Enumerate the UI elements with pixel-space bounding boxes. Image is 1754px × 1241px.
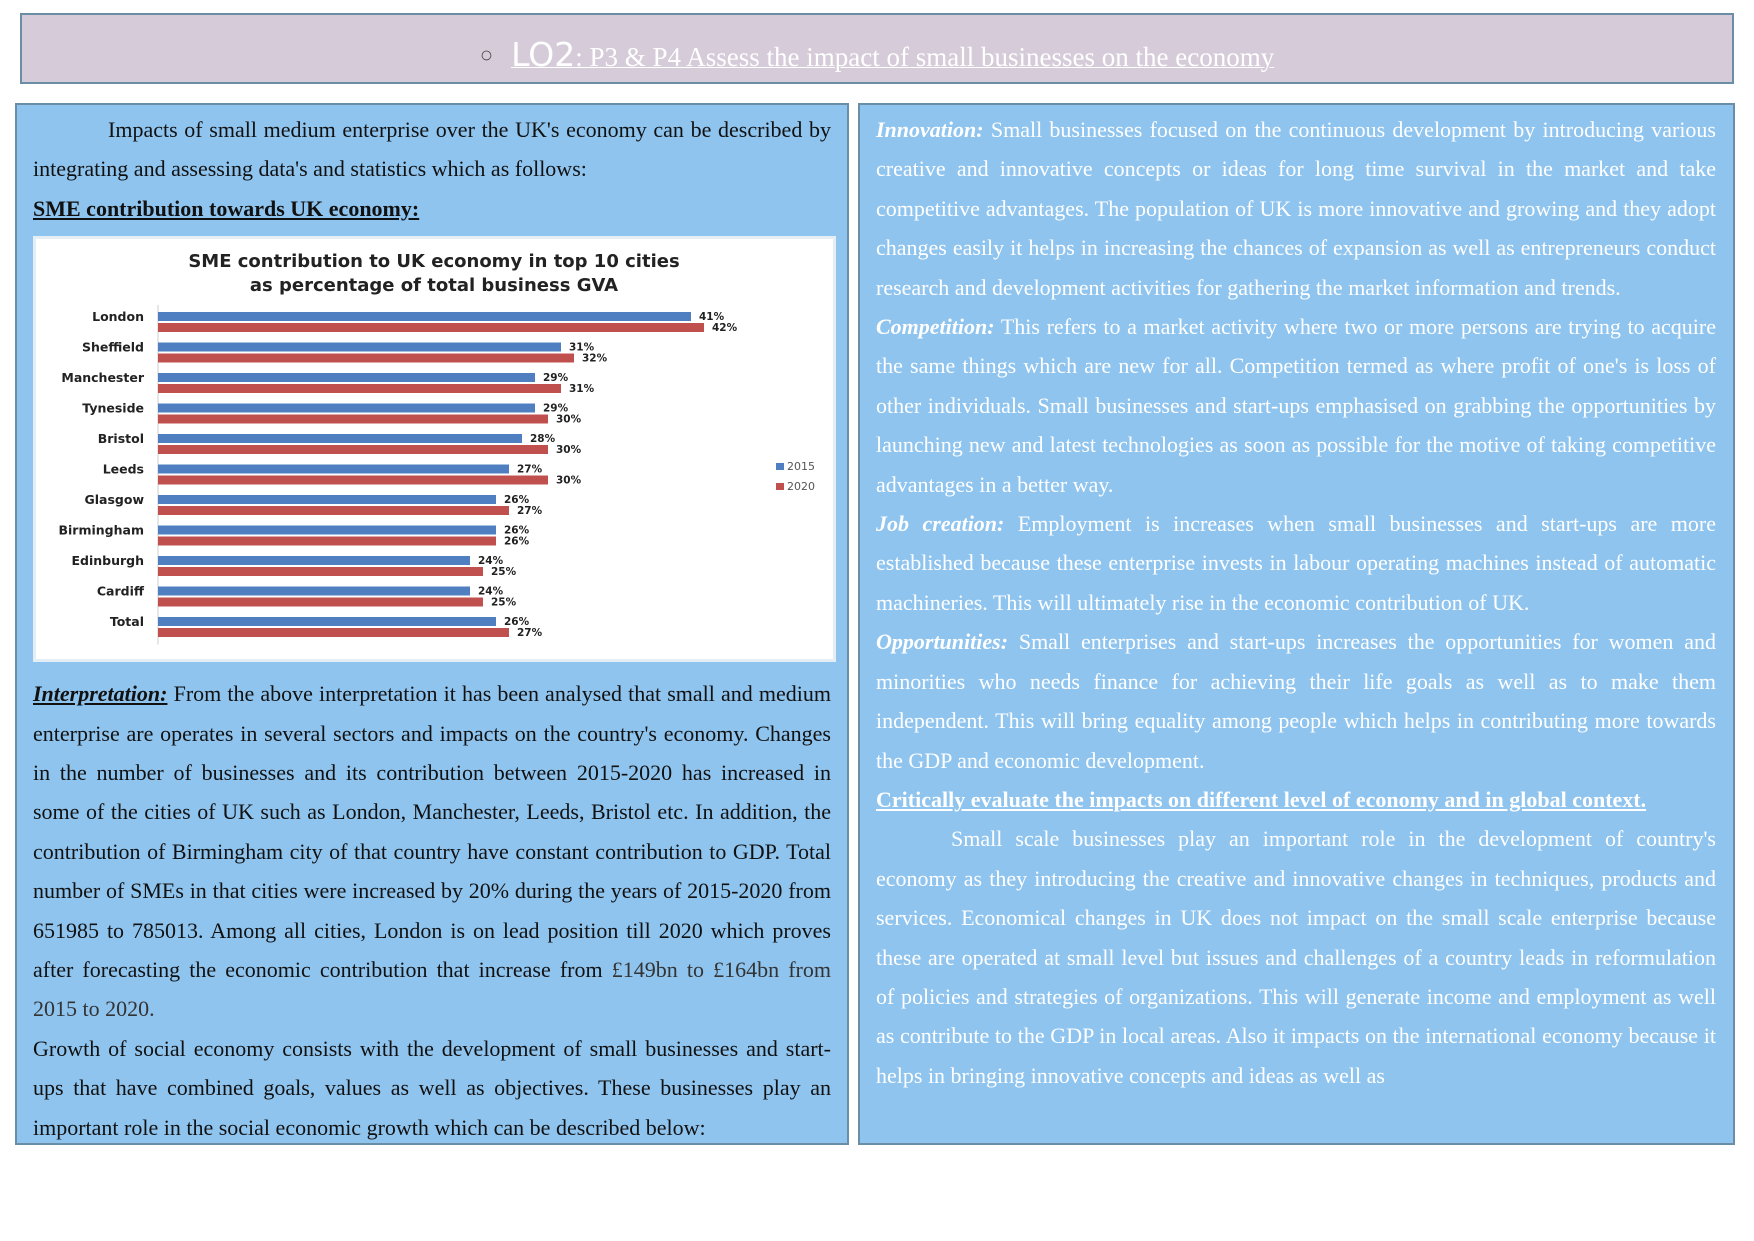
item-opportunities: Opportunities: Small enterprises and sta…	[876, 622, 1716, 780]
category-label: Sheffield	[82, 340, 144, 355]
category-label: Glasgow	[84, 492, 144, 507]
interpretation-text: Interpretation: From the above interpret…	[33, 674, 831, 1029]
category-label: London	[92, 309, 144, 324]
legend-swatch-2020	[776, 483, 784, 491]
bullet-icon: ○	[479, 42, 494, 67]
item-label: Innovation:	[876, 117, 984, 142]
interpretation-body: From the above interpretation it has bee…	[33, 681, 831, 983]
data-label: 28%	[530, 433, 556, 445]
item-competition: Competition: This refers to a market act…	[876, 307, 1716, 504]
category-label: Manchester	[61, 370, 144, 385]
item-text: Small businesses focused on the continuo…	[876, 117, 1716, 300]
category-label: Edinburgh	[71, 553, 144, 568]
category-label: Birmingham	[59, 523, 145, 538]
chart-title: as percentage of total business GVA	[250, 275, 618, 296]
data-label: 30%	[556, 475, 582, 487]
bar-2015	[158, 342, 561, 352]
item-job-creation: Job creation: Employment is increases wh…	[876, 504, 1716, 622]
header-title: ○ LO2: P3 & P4 Assess the impact of small…	[480, 35, 1274, 74]
growth-text: Growth of social economy consists with t…	[33, 1035, 831, 1140]
chart-svg: SME contribution to UK economy in top 10…	[59, 251, 815, 645]
sme-chart: SME contribution to UK economy in top 10…	[33, 236, 836, 663]
lo-code: LO2	[511, 35, 576, 74]
bar-2020	[158, 414, 548, 424]
bar-2020	[158, 536, 496, 546]
data-label: 27%	[517, 505, 543, 517]
bar-2015	[158, 373, 535, 383]
right-panel: Innovation: Small businesses focused on …	[858, 103, 1735, 1145]
evaluate-text: Small scale businesses play an important…	[876, 826, 1716, 1088]
item-text: This refers to a market activity where t…	[876, 314, 1716, 497]
bar-2020	[158, 323, 704, 333]
data-label: 30%	[556, 414, 582, 426]
category-label: Total	[110, 614, 144, 629]
data-label: 29%	[543, 372, 569, 384]
bar-2020	[158, 628, 509, 638]
bar-2020	[158, 384, 561, 394]
bar-2020	[158, 597, 483, 607]
data-label: 26%	[504, 536, 530, 548]
bar-2015	[158, 495, 496, 505]
category-label: Tyneside	[82, 401, 144, 416]
bar-2020	[158, 567, 483, 577]
category-label: Cardiff	[97, 584, 145, 599]
bar-2015	[158, 434, 522, 444]
bar-2015	[158, 586, 470, 596]
bar-2015	[158, 617, 496, 627]
intro-text: Impacts of small medium enterprise over …	[33, 117, 831, 182]
data-label: 32%	[582, 353, 608, 365]
bar-2015	[158, 525, 496, 535]
data-label: 27%	[517, 627, 543, 639]
bar-2020	[158, 506, 509, 516]
category-label: Bristol	[98, 431, 144, 446]
bar-2020	[158, 445, 548, 455]
bar-2015	[158, 403, 535, 413]
item-label: Job creation:	[876, 511, 1005, 537]
sme-heading: SME contribution towards UK economy:	[33, 195, 420, 221]
data-label: 31%	[569, 383, 595, 395]
legend-label: 2020	[787, 480, 815, 493]
data-label: 27%	[517, 464, 543, 476]
legend-label: 2015	[787, 460, 815, 473]
interpretation-label: Interpretation:	[33, 681, 168, 707]
evaluate-heading: Critically evaluate the impacts on diffe…	[876, 786, 1647, 812]
category-label: Leeds	[103, 462, 144, 477]
item-innovation: Innovation: Small businesses focused on …	[876, 110, 1716, 307]
item-label: Opportunities:	[876, 629, 1009, 655]
legend-swatch-2015	[776, 463, 784, 471]
bar-2015	[158, 312, 691, 322]
bar-2020	[158, 475, 548, 485]
data-label: 42%	[712, 322, 738, 334]
item-label: Competition:	[876, 314, 995, 340]
page-header: ○ LO2: P3 & P4 Assess the impact of small…	[20, 13, 1734, 84]
header-text: : P3 & P4 Assess the impact of small bus…	[575, 42, 1275, 72]
data-label: 25%	[491, 597, 517, 609]
bar-2015	[158, 464, 509, 474]
left-panel: Impacts of small medium enterprise over …	[15, 103, 849, 1145]
bar-2015	[158, 556, 470, 566]
data-label: 25%	[491, 566, 517, 578]
data-label: 30%	[556, 444, 582, 456]
chart-title: SME contribution to UK economy in top 10…	[188, 251, 679, 272]
bar-2020	[158, 353, 574, 363]
